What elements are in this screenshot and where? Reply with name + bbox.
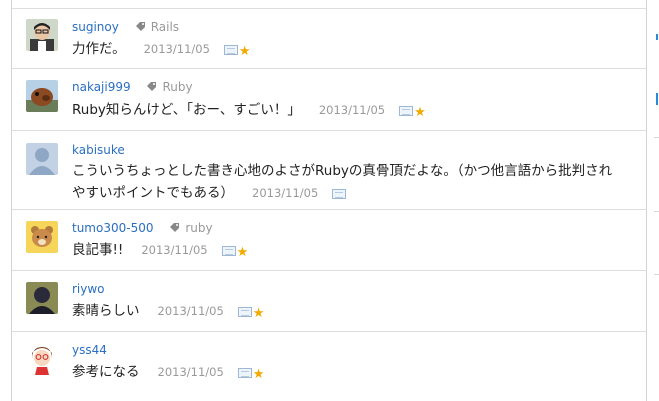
username-link[interactable]: kabisuke xyxy=(72,143,125,157)
comment-header: nakaji999 Ruby xyxy=(72,79,193,95)
screenshot-icon[interactable] xyxy=(221,246,236,256)
screenshot-icon[interactable] xyxy=(332,189,347,199)
star-icon[interactable]: ★ xyxy=(414,105,426,120)
screenshot-icon[interactable] xyxy=(399,106,414,116)
comment-date[interactable]: 2013/11/05 xyxy=(158,304,224,318)
tag-icon xyxy=(135,22,145,31)
comment-text-line2: やすいポイントでもある） xyxy=(72,185,234,201)
screenshot-icon[interactable] xyxy=(237,368,252,378)
tag-label: Rails xyxy=(150,20,180,34)
comment-text: こういうちょっとした書き心地のよさがRubyの真骨頂だよな。（かつ他言語から批判… xyxy=(72,163,613,179)
tag[interactable]: Ruby xyxy=(146,80,193,94)
screenshot-icon[interactable] xyxy=(237,307,252,317)
comment-item: suginoy Rails 力作だ。 2013/11/05 ★ xyxy=(11,8,647,69)
comment-item: yss44 参考になる 2013/11/05 ★ xyxy=(11,333,647,401)
avatar[interactable] xyxy=(26,80,58,112)
comment-body: 参考になる 2013/11/05 ★ xyxy=(72,361,264,386)
comment-header: suginoy Rails xyxy=(72,19,179,35)
tag-label: Ruby xyxy=(162,80,193,94)
comment-date[interactable]: 2013/11/05 xyxy=(252,186,318,200)
scrollbar-strip xyxy=(654,0,659,401)
username-link[interactable]: tumo300-500 xyxy=(72,221,153,235)
comment-text: Ruby知らんけど、「おー、すごい！」 xyxy=(72,102,301,118)
avatar[interactable] xyxy=(26,19,58,51)
comment-item: riywo 素晴らしい 2013/11/05 ★ xyxy=(11,272,647,332)
username-link[interactable]: yss44 xyxy=(72,343,107,357)
star-icon[interactable]: ★ xyxy=(239,44,251,59)
comment-date[interactable]: 2013/11/05 xyxy=(158,365,224,379)
comment-text: 参考になる xyxy=(72,364,140,380)
comment-date[interactable]: 2013/11/05 xyxy=(319,103,385,117)
comment-body: Ruby知らんけど、「おー、すごい！」 2013/11/05 ★ xyxy=(72,99,426,124)
avatar[interactable] xyxy=(26,343,58,375)
star-icon[interactable]: ★ xyxy=(253,306,265,321)
comment-text: 力作だ。 xyxy=(72,41,126,57)
comment-date[interactable]: 2013/11/05 xyxy=(144,42,210,56)
tag[interactable]: Rails xyxy=(135,20,179,34)
comment-body: 力作だ。 2013/11/05 ★ xyxy=(72,38,251,63)
tag[interactable]: ruby xyxy=(169,221,213,235)
star-icon[interactable]: ★ xyxy=(237,245,249,260)
avatar[interactable] xyxy=(26,221,58,253)
avatar[interactable] xyxy=(26,282,58,314)
star-icon[interactable]: ★ xyxy=(253,367,265,382)
comment-item: tumo300-500 ruby 良記事!! 2013/11/05 ★ xyxy=(11,211,647,271)
username-link[interactable]: riywo xyxy=(72,282,105,296)
comment-header: tumo300-500 ruby xyxy=(72,220,213,236)
tag-icon xyxy=(147,82,157,91)
comment-item: kabisuke こういうちょっとした書き心地のよさがRubyの真骨頂だよな。（… xyxy=(11,132,647,210)
comment-date[interactable]: 2013/11/05 xyxy=(141,243,207,257)
comment-body: 良記事!! 2013/11/05 ★ xyxy=(72,239,248,264)
username-link[interactable]: nakaji999 xyxy=(72,80,131,94)
username-link[interactable]: suginoy xyxy=(72,20,119,34)
comment-body: こういうちょっとした書き心地のよさがRubyの真骨頂だよな。（かつ他言語から批判… xyxy=(72,160,612,206)
comment-text: 良記事!! xyxy=(72,242,124,258)
comment-header: kabisuke xyxy=(72,142,125,158)
avatar[interactable] xyxy=(26,143,58,175)
comment-body: 素晴らしい 2013/11/05 ★ xyxy=(72,300,264,325)
comment-item: nakaji999 Ruby Ruby知らんけど、「おー、すごい！」 2013/1… xyxy=(11,70,647,131)
tag-icon xyxy=(170,223,180,232)
comment-header: yss44 xyxy=(72,342,107,358)
comment-header: riywo xyxy=(72,281,105,297)
comment-text: 素晴らしい xyxy=(72,303,140,319)
tag-label: ruby xyxy=(185,221,213,235)
screenshot-icon[interactable] xyxy=(223,45,238,55)
